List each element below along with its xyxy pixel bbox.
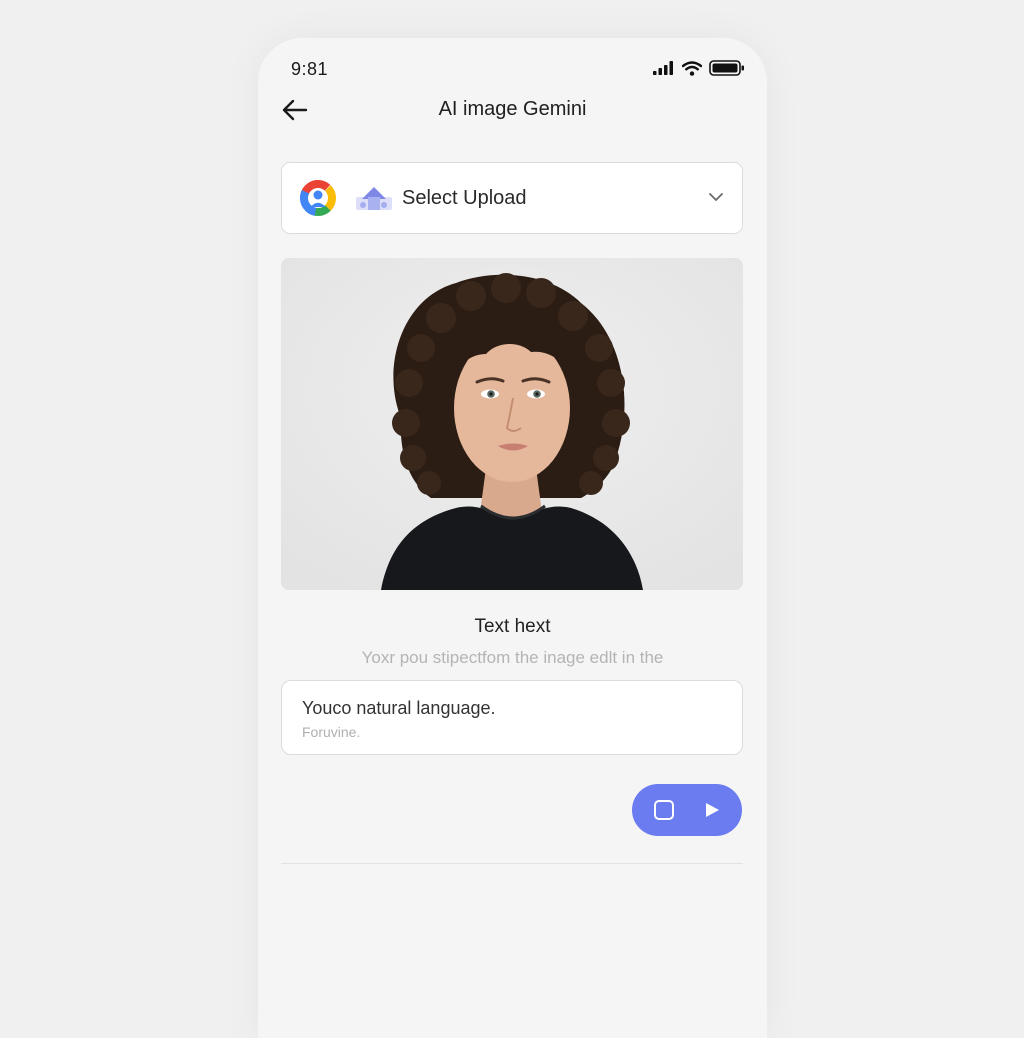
app-header: AI image Gemini [258,88,767,132]
divider [281,863,743,864]
image-upload-icon [356,187,392,210]
status-icons [653,60,745,76]
phone-screen: 9:81 AI image Gemini Select Upload Text … [258,38,767,1038]
select-upload-label: Select Upload [402,187,527,209]
upload-select-dropdown[interactable]: Select Upload [281,162,743,234]
status-time: 9:81 [291,59,329,79]
section-subtitle: Yoxr pou stipectfom the inage edlt in th… [361,648,664,667]
wifi-icon [682,60,702,76]
signal-icon [653,61,673,75]
send-button[interactable] [632,784,742,836]
prompt-value: Youco natural language. [302,698,496,718]
page-title: AI image Gemini [438,98,587,120]
section-title: Text hext [474,616,551,637]
battery-icon [709,60,744,76]
portrait-image [281,258,743,590]
google-logo-icon [300,180,336,216]
uploaded-image-preview [281,258,743,590]
square-icon [654,800,674,820]
chevron-down-icon [709,193,723,201]
prompt-placeholder: Foruvine. [302,724,361,740]
play-icon [706,803,719,817]
prompt-input[interactable]: Youco natural language. Foruvine. [281,680,743,755]
